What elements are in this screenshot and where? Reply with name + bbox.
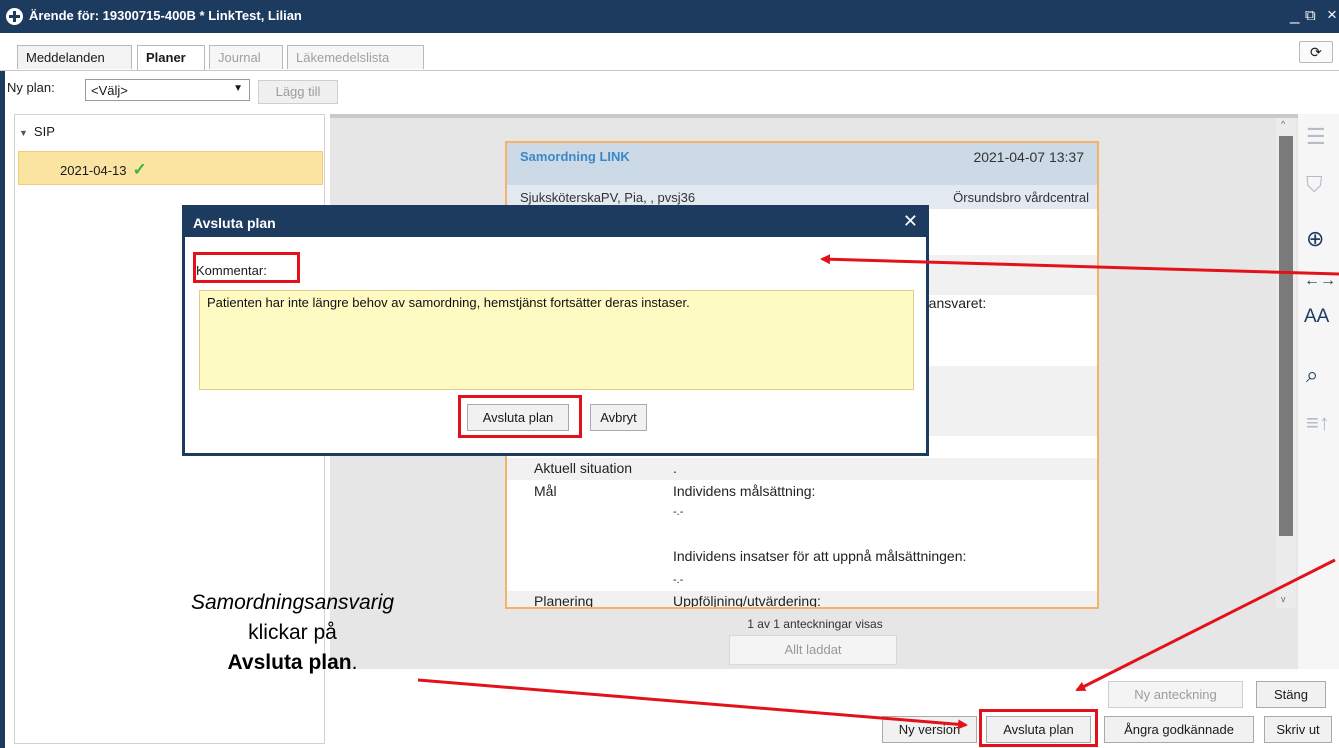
row-value-mal-1: Individens målsättning: [673,483,816,499]
window-title: Ärende för: 19300715-400B * LinkTest, Li… [29,8,302,23]
history-icon: ⟳ [1310,44,1322,60]
tab-bar: Meddelanden Planer Journal Läkemedelslis… [0,33,1339,71]
history-button[interactable]: ⟳ [1299,41,1333,63]
expand-triangle-icon[interactable]: ▼ [19,128,28,138]
comment-field[interactable]: Patienten har inte längre behov av samor… [199,290,914,390]
tab-meddelanden[interactable]: Meddelanden [17,45,132,69]
tab-planer[interactable]: Planer [137,45,205,70]
dialog-cancel-button[interactable]: Avbryt [590,404,647,431]
document-search-icon[interactable]: ⌕ [1306,362,1318,388]
note-unit: Örsundsbro vårdcentral [953,190,1089,205]
tree-group-sip[interactable]: ▼ SIP [19,124,55,139]
vertical-scrollbar[interactable]: ^ v [1276,118,1296,608]
tab-journal[interactable]: Journal [209,45,283,69]
annotation-callout: Samordningsansvarig klickar på Avsluta p… [150,588,435,678]
scroll-down-icon[interactable]: v [1281,594,1286,604]
notes-count: 1 av 1 anteckningar visas [747,617,883,631]
restore-button[interactable]: ⧉ [1305,7,1316,24]
new-note-button[interactable]: Ny anteckning [1108,681,1243,708]
add-plan-button[interactable]: Lägg till [258,80,338,104]
highlight-end-plan [979,709,1098,747]
close-window-button[interactable]: × [1327,5,1337,25]
plan-type-select[interactable]: <Välj> ▼ [85,79,250,101]
highlight-confirm-button [458,395,582,438]
app-logo-icon [6,8,23,25]
close-icon[interactable]: ✕ [903,211,918,232]
row-value-planering: Uppföljning/utvärdering: [673,593,821,609]
highlight-comment-label [193,252,300,283]
plan-type-value: <Välj> [91,83,128,98]
row-value-aktuell: . [673,460,677,476]
checkmark-icon: ✓ [132,160,147,179]
end-plan-dialog: Avsluta plan ✕ Kommentar: Patienten har … [182,205,929,456]
list-icon[interactable]: ☰ [1306,124,1326,150]
annotation-line-3-tail: . [351,651,358,674]
right-toolbar: ☰ ⛉ ⊕ ←→ AA ⌕ ≡↑ [1298,114,1339,669]
row-label-mal: Mål [534,483,557,499]
note-author: SjuksköterskaPV, Pia, , pvsj36 [520,190,696,205]
row-value-mal-2: -.- [673,506,684,518]
minimize-button[interactable]: _ [1290,5,1299,25]
print-button[interactable]: Skriv ut [1264,716,1332,743]
scrollbar-thumb[interactable] [1279,136,1293,536]
ny-plan-label: Ny plan: [7,80,55,95]
window-border [0,33,5,748]
row-label-planering: Planering [534,593,594,609]
filter-icon[interactable]: ⛉ [1306,172,1323,198]
load-all-button[interactable]: Allt laddat [729,635,897,665]
row-value-mal-3: Individens insatser för att uppnå målsät… [673,548,967,564]
dialog-title: Avsluta plan [193,215,276,231]
window-titlebar: Ärende för: 19300715-400B * LinkTest, Li… [0,0,1339,33]
annotation-line-2: klickar på [248,621,337,644]
note-header: Samordning LINK 2021-04-07 13:37 [507,143,1097,185]
row-value-mal-4: -.- [673,574,684,586]
sort-up-icon[interactable]: ≡↑ [1306,410,1330,436]
new-version-button[interactable]: Ny version [882,716,977,743]
annotation-line-1: Samordningsansvarig [190,591,395,614]
font-size-icon[interactable]: AA [1304,306,1329,328]
tree-item-selected[interactable]: 2021-04-13 ✓ [18,151,323,185]
chevron-down-icon: ▼ [233,83,243,94]
note-datetime: 2021-04-07 13:37 [973,149,1084,165]
note-title: Samordning LINK [520,149,630,164]
tree-item-label: 2021-04-13 [60,163,127,178]
expand-collapse-icon[interactable]: ⊕ [1306,226,1324,252]
dialog-header: Avsluta plan ✕ [185,208,926,237]
scroll-up-icon[interactable]: ^ [1281,119,1285,129]
close-button[interactable]: Stäng [1256,681,1326,708]
tab-lakemedelslista[interactable]: Läkemedelslista [287,45,424,69]
undo-approval-button[interactable]: Ångra godkännade [1104,716,1254,743]
row-label-aktuell: Aktuell situation [534,460,633,476]
annotation-line-3: Avsluta plan [227,651,352,674]
width-arrows-icon[interactable]: ←→ [1304,272,1336,290]
tree-group-label: SIP [33,124,55,139]
